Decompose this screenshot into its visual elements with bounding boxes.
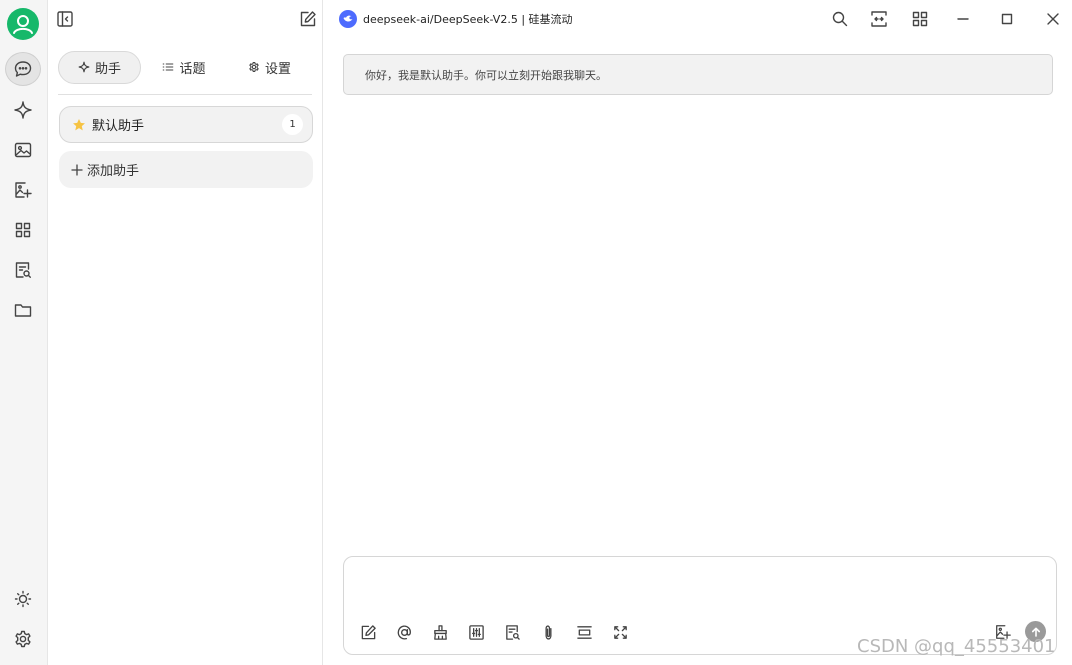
- app-window: 助手 话题 设置 默认助手 1 添加助手 deepseek-ai/DeepSee…: [0, 0, 1072, 665]
- sparkle-icon: [78, 61, 90, 73]
- minimize-icon: [957, 18, 969, 20]
- settings-sliders-button[interactable]: [466, 622, 486, 642]
- rail-chat-button[interactable]: [5, 52, 41, 86]
- add-assistant-button[interactable]: 添加助手: [59, 151, 313, 188]
- rail-knowledge-button[interactable]: [5, 253, 41, 287]
- apps-grid-icon: [15, 222, 31, 238]
- user-avatar[interactable]: [7, 8, 39, 40]
- chat-bubble-icon: [14, 61, 32, 77]
- close-button[interactable]: [1043, 9, 1063, 29]
- sidebar-collapse-icon: [57, 11, 73, 27]
- fit-width-icon: [871, 11, 887, 27]
- settings-gear-icon: [15, 630, 31, 648]
- tab-label: 话题: [179, 61, 206, 77]
- topic-count-badge: 1: [282, 114, 303, 135]
- divider: [58, 94, 312, 95]
- rail-files-button[interactable]: [5, 293, 41, 327]
- mention-icon: [397, 624, 411, 640]
- new-chat-button[interactable]: [299, 10, 317, 28]
- clear-context-icon: [433, 624, 447, 640]
- clear-context-button[interactable]: [430, 622, 450, 642]
- apps-grid-icon: [912, 11, 928, 27]
- mention-model-button[interactable]: [394, 622, 414, 642]
- new-topic-icon: [361, 624, 376, 639]
- rail-apps-button[interactable]: [5, 213, 41, 247]
- attachment-icon: [544, 624, 552, 640]
- sun-icon: [14, 590, 32, 608]
- expand-context-icon: [576, 625, 592, 639]
- add-assistant-label: 添加助手: [87, 164, 140, 179]
- tab-label: 设置: [264, 61, 291, 77]
- collapse-panel-button[interactable]: [56, 10, 74, 28]
- fullscreen-icon: [613, 625, 627, 639]
- close-icon: [1047, 13, 1059, 25]
- maximize-icon: [1001, 13, 1013, 25]
- new-topic-button[interactable]: [358, 622, 378, 642]
- web-search-icon: [505, 624, 520, 640]
- whale-shape: [343, 15, 353, 22]
- message-text: 你好，我是默认助手。你可以立刻开始跟我聊天。: [365, 68, 607, 82]
- fullscreen-button[interactable]: [610, 622, 630, 642]
- edit-icon: [300, 11, 316, 27]
- assistant-panel: 助手 话题 设置 默认助手 1 添加助手: [47, 0, 323, 665]
- assistant-item-default[interactable]: 默认助手 1: [59, 106, 313, 143]
- rail-image-button[interactable]: [5, 133, 41, 167]
- settings-sliders-icon: [468, 624, 484, 640]
- attachment-button[interactable]: [538, 622, 558, 642]
- expand-context-button[interactable]: [574, 622, 594, 642]
- model-selector[interactable]: deepseek-ai/DeepSeek-V2.5 | 硅基流动: [363, 11, 573, 27]
- panel-tabs: 助手 话题 设置: [58, 50, 312, 84]
- list-icon: [163, 63, 174, 71]
- user-icon: [13, 15, 33, 34]
- tab-topics[interactable]: 话题: [141, 51, 227, 84]
- tab-label: 助手: [94, 61, 121, 77]
- folder-icon: [14, 304, 32, 317]
- maximize-button[interactable]: [997, 9, 1017, 29]
- assistant-message: 你好，我是默认助手。你可以立刻开始跟我聊天。: [343, 54, 1053, 95]
- image-edit-icon: [15, 182, 32, 198]
- assistant-name: 默认助手: [92, 119, 145, 134]
- tab-assistants[interactable]: 助手: [58, 50, 141, 84]
- minimize-button[interactable]: [953, 9, 973, 29]
- plus-icon: [71, 163, 83, 176]
- web-search-button[interactable]: [502, 622, 522, 642]
- rail-settings-button[interactable]: [5, 622, 41, 656]
- star-icon: [73, 118, 85, 130]
- chat-header: deepseek-ai/DeepSeek-V2.5 | 硅基流动: [323, 0, 1072, 38]
- search-icon: [832, 11, 848, 27]
- image-icon: [14, 142, 32, 158]
- tab-settings[interactable]: 设置: [227, 51, 312, 84]
- search-button[interactable]: [830, 9, 850, 29]
- rail-theme-button[interactable]: [5, 582, 41, 616]
- deepseek-whale-icon: [339, 10, 357, 28]
- rail-agents-button[interactable]: [5, 93, 41, 127]
- narrow-mode-button[interactable]: [869, 9, 889, 29]
- gear-icon: [249, 61, 259, 73]
- icon-rail: [0, 0, 47, 665]
- document-search-icon: [15, 262, 31, 278]
- watermark: CSDN @qq_45553401: [857, 636, 1056, 657]
- rail-image-edit-button[interactable]: [5, 173, 41, 207]
- sparkle-icon: [14, 101, 32, 119]
- mini-apps-button[interactable]: [910, 9, 930, 29]
